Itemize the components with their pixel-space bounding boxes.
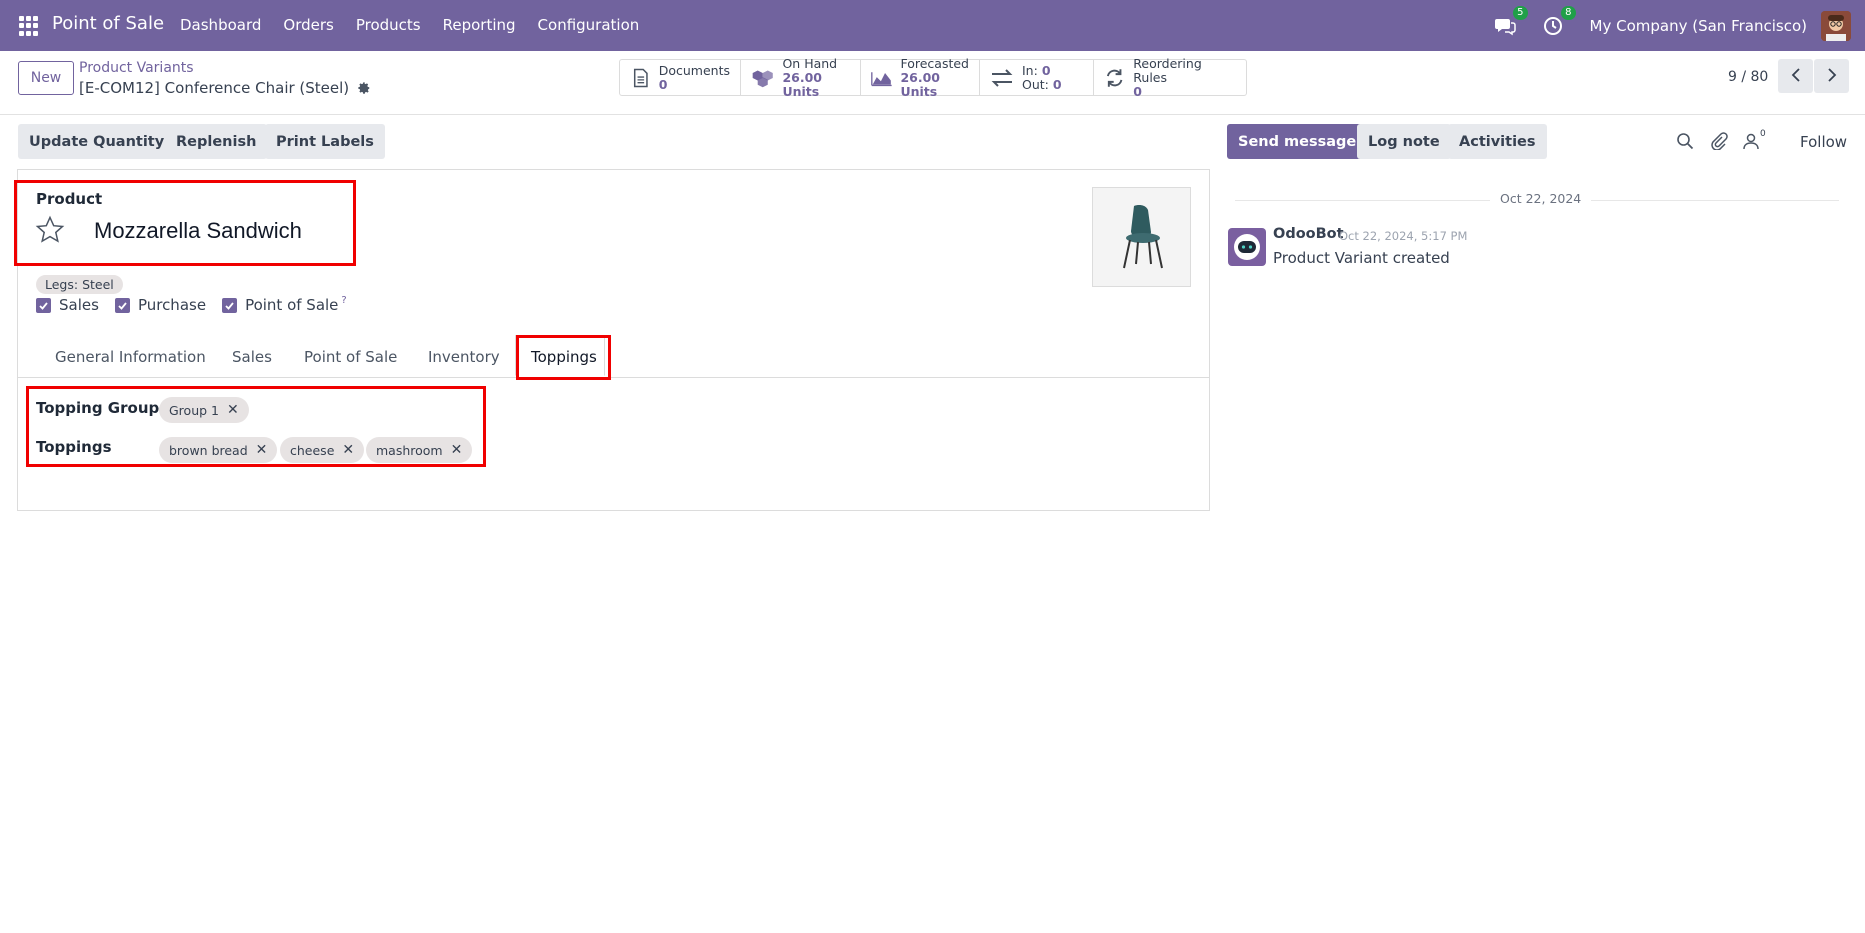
chair-image-icon bbox=[1122, 205, 1163, 269]
menu-configuration[interactable]: Configuration bbox=[538, 16, 640, 34]
top-navbar: Point of Sale Dashboard Orders Products … bbox=[0, 0, 1865, 51]
replenish-button[interactable]: Replenish bbox=[165, 124, 268, 159]
menu-products[interactable]: Products bbox=[356, 16, 421, 34]
document-icon bbox=[633, 68, 648, 87]
menu-reporting[interactable]: Reporting bbox=[443, 16, 516, 34]
help-tooltip-icon[interactable]: ? bbox=[341, 295, 346, 306]
in-value: 0 bbox=[1041, 62, 1051, 78]
on-hand-value: 26.00 Units bbox=[782, 69, 822, 99]
exchange-icon bbox=[991, 68, 1013, 87]
tab-point-of-sale[interactable]: Point of Sale bbox=[304, 348, 397, 366]
product-flags: Sales Purchase Point of Sale ? bbox=[36, 295, 363, 314]
pager-previous-button[interactable] bbox=[1778, 59, 1813, 93]
sales-checkbox[interactable]: Sales bbox=[36, 296, 99, 314]
odoobot-avatar[interactable] bbox=[1228, 228, 1266, 266]
area-chart-icon bbox=[871, 71, 892, 86]
point-of-sale-checkbox[interactable]: Point of Sale ? bbox=[222, 295, 347, 314]
followers-count: 0 bbox=[1760, 129, 1766, 139]
sales-checkbox-label: Sales bbox=[59, 296, 99, 314]
new-button[interactable]: New bbox=[18, 61, 74, 95]
activities-badge: 8 bbox=[1561, 5, 1576, 20]
in-out-stat-button[interactable]: In: 0 Out: 0 bbox=[980, 60, 1094, 95]
print-labels-button[interactable]: Print Labels bbox=[265, 124, 385, 159]
user-avatar[interactable] bbox=[1821, 10, 1851, 41]
breadcrumb-product-variants[interactable]: Product Variants bbox=[79, 60, 194, 76]
log-note-button[interactable]: Log note bbox=[1357, 124, 1451, 159]
cubes-icon bbox=[752, 69, 773, 87]
activities-button[interactable]: Activities bbox=[1448, 124, 1547, 159]
message-body: Product Variant created bbox=[1273, 249, 1450, 267]
purchase-checkbox[interactable]: Purchase bbox=[114, 296, 207, 314]
documents-label: Documents bbox=[658, 62, 730, 78]
documents-stat-button[interactable]: Documents 0 bbox=[620, 60, 741, 95]
company-switcher[interactable]: My Company (San Francisco) bbox=[1590, 17, 1807, 35]
gear-icon[interactable] bbox=[357, 81, 371, 95]
chevron-left-icon bbox=[1791, 67, 1800, 82]
documents-value: 0 bbox=[658, 76, 668, 92]
pager-next-button[interactable] bbox=[1814, 59, 1849, 93]
smart-buttons: Documents 0 On Hand 26.00 Units Forecasted… bbox=[619, 55, 1247, 98]
highlight-box-toppings-fields bbox=[26, 386, 486, 467]
app-name[interactable]: Point of Sale bbox=[52, 13, 164, 34]
highlight-box-product bbox=[14, 180, 356, 266]
main-menu: Dashboard Orders Products Reporting Conf… bbox=[180, 16, 661, 34]
out-label: Out: bbox=[1022, 76, 1049, 92]
refresh-icon bbox=[1106, 68, 1123, 87]
forecasted-value: 26.00 Units bbox=[900, 69, 941, 99]
notebook-tabs: General Information Sales Point of Sale … bbox=[18, 335, 1209, 378]
reordering-value: 0 bbox=[1133, 83, 1142, 99]
messages-icon[interactable]: 5 bbox=[1494, 5, 1528, 37]
follow-button[interactable]: Follow bbox=[1800, 133, 1847, 151]
messages-badge: 5 bbox=[1513, 5, 1528, 20]
forecasted-stat-button[interactable]: Forecasted 26.00 Units bbox=[861, 55, 980, 98]
message-date: Oct 22, 2024, 5:17 PM bbox=[1339, 229, 1468, 243]
in-label: In: bbox=[1022, 62, 1038, 78]
point-of-sale-checkbox-label: Point of Sale bbox=[245, 296, 339, 314]
pager-value[interactable]: 9 / 80 bbox=[1728, 69, 1768, 85]
menu-dashboard[interactable]: Dashboard bbox=[180, 16, 261, 34]
purchase-checkbox-label: Purchase bbox=[137, 296, 207, 314]
chevron-right-icon bbox=[1827, 67, 1836, 82]
record-title-text: [E-COM12] Conference Chair (Steel) bbox=[79, 79, 350, 97]
paperclip-icon[interactable] bbox=[1710, 132, 1728, 150]
highlight-box-toppings-tab bbox=[516, 335, 611, 380]
robot-icon bbox=[1234, 234, 1260, 260]
attribute-tag: Legs: Steel bbox=[36, 275, 123, 294]
message-author[interactable]: OdooBot bbox=[1273, 226, 1344, 242]
checkbox-checked-icon[interactable] bbox=[36, 297, 51, 313]
date-separator-label: Oct 22, 2024 bbox=[1490, 191, 1592, 206]
checkbox-checked-icon[interactable] bbox=[114, 297, 130, 313]
on-hand-label: On Hand bbox=[782, 55, 838, 71]
menu-orders[interactable]: Orders bbox=[283, 16, 333, 34]
out-value: 0 bbox=[1052, 76, 1062, 92]
on-hand-stat-button[interactable]: On Hand 26.00 Units bbox=[741, 55, 861, 98]
reordering-label: Reordering Rules bbox=[1133, 55, 1202, 85]
tab-sales[interactable]: Sales bbox=[232, 348, 272, 366]
activities-clock-icon[interactable]: 8 bbox=[1542, 5, 1576, 37]
apps-menu-icon[interactable] bbox=[19, 16, 39, 36]
navbar-systray: 5 8 My Company (San Francisco) bbox=[1494, 0, 1865, 51]
forecasted-label: Forecasted bbox=[900, 55, 969, 71]
checkbox-checked-icon[interactable] bbox=[222, 297, 238, 313]
record-title: [E-COM12] Conference Chair (Steel) bbox=[79, 79, 371, 97]
send-message-button[interactable]: Send message bbox=[1227, 124, 1368, 159]
control-panel: New Product Variants [E-COM12] Conferenc… bbox=[0, 51, 1865, 115]
tab-inventory[interactable]: Inventory bbox=[428, 348, 500, 366]
update-quantity-button[interactable]: Update Quantity bbox=[18, 124, 176, 159]
product-image[interactable] bbox=[1092, 187, 1191, 287]
tab-general-information[interactable]: General Information bbox=[55, 348, 206, 366]
search-icon[interactable] bbox=[1676, 132, 1694, 150]
reordering-rules-stat-button[interactable]: Reordering Rules 0 bbox=[1094, 55, 1246, 98]
followers-user-icon[interactable] bbox=[1742, 132, 1760, 150]
